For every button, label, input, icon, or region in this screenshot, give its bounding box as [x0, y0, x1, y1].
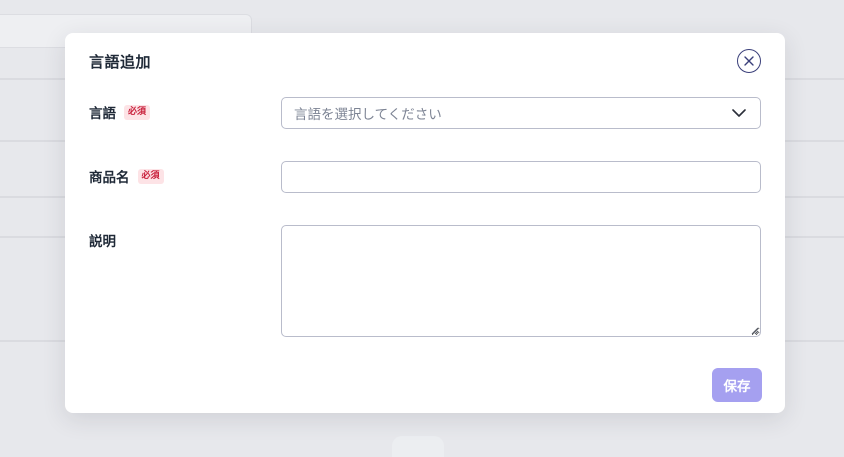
resize-grip-icon[interactable]: [750, 326, 759, 335]
product-name-label-row: 商品名 必須: [89, 166, 164, 186]
language-select-placeholder: 言語を選択してください: [294, 107, 442, 123]
language-label: 言語: [89, 106, 116, 122]
add-language-modal: 言語追加 言語 必須 言語を選択してください 商品名 必須 説明 保存: [65, 33, 785, 413]
description-textarea[interactable]: [281, 225, 761, 337]
description-label-row: 説明: [89, 230, 116, 250]
chevron-down-icon: [732, 109, 746, 117]
language-select[interactable]: 言語を選択してください: [281, 97, 761, 129]
required-badge: 必須: [124, 104, 151, 120]
modal-title: 言語追加: [89, 53, 152, 71]
close-icon: [744, 56, 754, 66]
required-badge: 必須: [137, 168, 164, 184]
background-element: [392, 436, 444, 457]
save-button[interactable]: 保存: [712, 368, 762, 402]
product-name-input[interactable]: [281, 161, 761, 193]
description-label: 説明: [89, 234, 116, 250]
language-label-row: 言語 必須: [89, 102, 151, 122]
product-name-label: 商品名: [89, 170, 130, 186]
close-button[interactable]: [737, 49, 761, 73]
